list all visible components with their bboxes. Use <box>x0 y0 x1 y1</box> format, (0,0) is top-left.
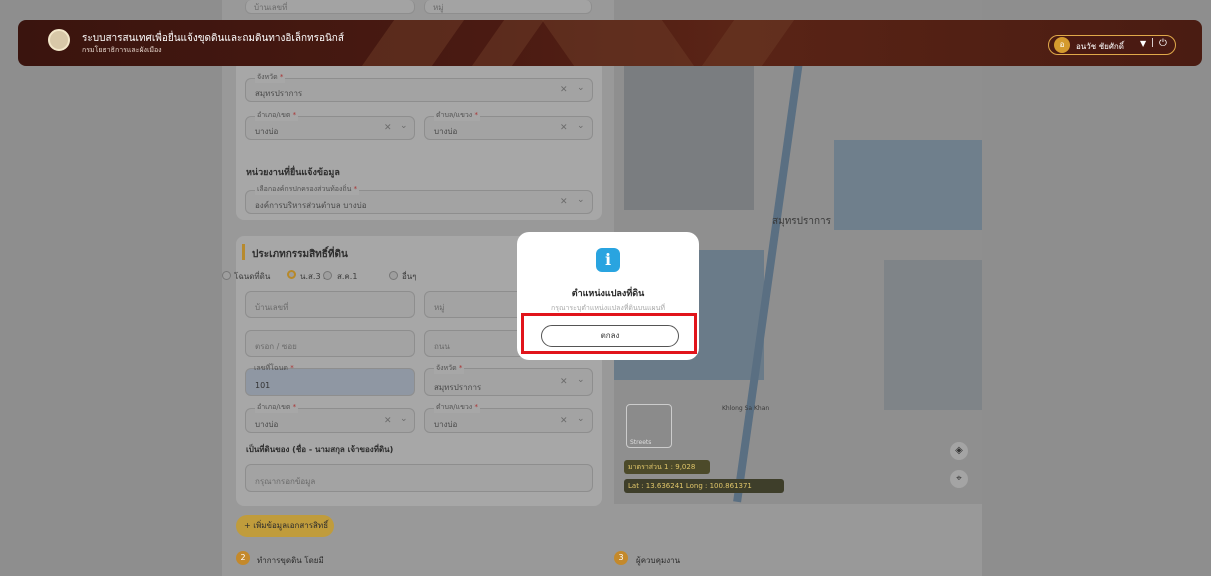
land-subdistrict-value: บางบ่อ <box>434 420 458 429</box>
clear-icon[interactable]: ✕ <box>384 123 392 133</box>
department-logo <box>48 29 70 51</box>
house-no-placeholder: บ้านเลขที่ <box>254 3 288 12</box>
land-province-label: จังหวัด * <box>434 363 465 374</box>
owner-placeholder: กรุณากรอกข้อมูล <box>255 477 316 486</box>
app-title: ระบบสารสนเทศเพื่อยื่นแจ้งขุดดินและถมดินท… <box>82 33 344 44</box>
subdistrict-value: บางบ่อ <box>434 127 458 136</box>
app-header: ระบบสารสนเทศเพื่อยื่นแจ้งขุดดินและถมดินท… <box>18 20 1202 66</box>
district-value: บางบ่อ <box>255 127 279 136</box>
owner-input[interactable]: กรุณากรอกข้อมูล <box>245 464 593 492</box>
radio-deed-label: โฉนดที่ดิน <box>234 272 271 281</box>
agency-value: องค์การบริหารส่วนตำบล บางบ่อ <box>255 201 367 210</box>
step-3-number: 3 <box>614 551 628 565</box>
app-subtitle: กรมโยธาธิการและผังเมือง <box>82 46 162 54</box>
highlight-box <box>521 313 697 354</box>
header-decoration <box>541 20 695 66</box>
radio-ns3k[interactable] <box>287 270 296 279</box>
house-no-placeholder: บ้านเลขที่ <box>255 303 289 312</box>
deed-no-label: เลขที่โฉนด * <box>254 364 294 372</box>
caret-down-icon[interactable]: ▼ <box>1140 39 1146 48</box>
house-no-field-top[interactable]: บ้านเลขที่ <box>245 0 415 14</box>
map-block <box>834 140 982 230</box>
province-value: สมุทรปราการ <box>255 89 303 98</box>
house-no-input[interactable]: บ้านเลขที่ <box>245 291 415 318</box>
province-select[interactable]: สมุทรปราการ ✕ ⌄ <box>245 78 593 102</box>
land-district-label: อำเภอ/เขต * <box>255 402 299 413</box>
radio-sk1-label: ส.ค.1 <box>337 272 358 281</box>
power-icon[interactable]: ⏻ <box>1159 38 1167 49</box>
radio-other-label: อื่นๆ <box>402 272 417 281</box>
map-place-label: Khlong Sa Khan <box>722 405 770 412</box>
header-decoration <box>471 20 545 66</box>
soi-input[interactable]: ตรอก / ซอย <box>245 330 415 357</box>
header-decoration <box>361 20 465 66</box>
province-label: จังหวัด * <box>255 72 286 83</box>
district-label: อำเภอ/เขต * <box>255 110 299 121</box>
clear-icon[interactable]: ✕ <box>560 377 568 387</box>
step-2-number: 2 <box>236 551 250 565</box>
chevron-down-icon[interactable]: ⌄ <box>577 375 585 385</box>
layers-icon[interactable]: ◈ <box>950 442 968 460</box>
map-province-label: สมุทรปราการ <box>772 216 832 227</box>
chevron-down-icon[interactable]: ⌄ <box>577 121 585 131</box>
land-province-value: สมุทรปราการ <box>434 383 482 392</box>
avatar[interactable]: อ <box>1054 37 1070 53</box>
header-decoration <box>701 20 795 66</box>
clear-icon[interactable]: ✕ <box>560 85 568 95</box>
modal-title: ตำแหน่งแปลงที่ดิน <box>571 289 645 299</box>
clear-icon[interactable]: ✕ <box>560 416 568 426</box>
compass-icon[interactable]: ⌖ <box>950 470 968 488</box>
soi-placeholder: ตรอก / ซอย <box>255 342 297 351</box>
separator: | <box>1151 38 1155 48</box>
radio-other[interactable] <box>389 271 398 280</box>
clear-icon[interactable]: ✕ <box>560 197 568 207</box>
map-scale: มาตราส่วน 1 : 9,028 <box>624 460 710 474</box>
land-district-value: บางบ่อ <box>255 420 279 429</box>
road-placeholder: ถนน <box>434 342 450 351</box>
map-coordinates: Lat : 13.636241 Long : 100.861371 <box>624 479 784 493</box>
deed-no-value: 101 <box>255 381 271 390</box>
moo-placeholder: หมู่ <box>433 3 444 12</box>
step-3-label: ผู้ควบคุมงาน <box>636 556 681 565</box>
clear-icon[interactable]: ✕ <box>384 416 392 426</box>
add-document-button[interactable]: + เพิ่มข้อมูลเอกสารสิทธิ์ <box>236 515 334 537</box>
radio-sk1[interactable] <box>323 271 332 280</box>
chevron-down-icon[interactable]: ⌄ <box>577 83 585 93</box>
map-block <box>884 260 982 410</box>
clear-icon[interactable]: ✕ <box>560 123 568 133</box>
info-icon: i <box>596 248 620 272</box>
moo-field-top[interactable]: หมู่ <box>424 0 592 14</box>
basemap-thumbnail[interactable]: Streets <box>626 404 672 448</box>
section-marker <box>242 244 245 260</box>
moo-placeholder: หมู่ <box>434 303 445 312</box>
basemap-thumb-label: Streets <box>630 439 652 446</box>
chevron-down-icon[interactable]: ⌄ <box>400 414 408 424</box>
chevron-down-icon[interactable]: ⌄ <box>400 121 408 131</box>
subdistrict-label: ตำบล/แขวง * <box>434 110 480 121</box>
radio-deed[interactable] <box>222 271 231 280</box>
chevron-down-icon[interactable]: ⌄ <box>577 414 585 424</box>
owner-label: เป็นที่ดินของ (ชื่อ - นามสกุล เจ้าของที่… <box>246 445 394 454</box>
step-2-label: ทำการขุดดิน โดยมี <box>257 556 324 565</box>
agency-section-title: หน่วยงานที่ยื่นแจ้งข้อมูล <box>246 168 340 178</box>
land-subdistrict-label: ตำบล/แขวง * <box>434 402 480 413</box>
land-rights-title: ประเภทกรรมสิทธิ์ที่ดิน <box>252 249 348 260</box>
chevron-down-icon[interactable]: ⌄ <box>577 195 585 205</box>
agency-label: เลือกองค์กรปกครองส่วนท้องถิ่น * <box>255 184 360 195</box>
map-block <box>624 60 754 210</box>
user-name[interactable]: อนวัช ชัยศักดิ์ <box>1076 40 1124 53</box>
